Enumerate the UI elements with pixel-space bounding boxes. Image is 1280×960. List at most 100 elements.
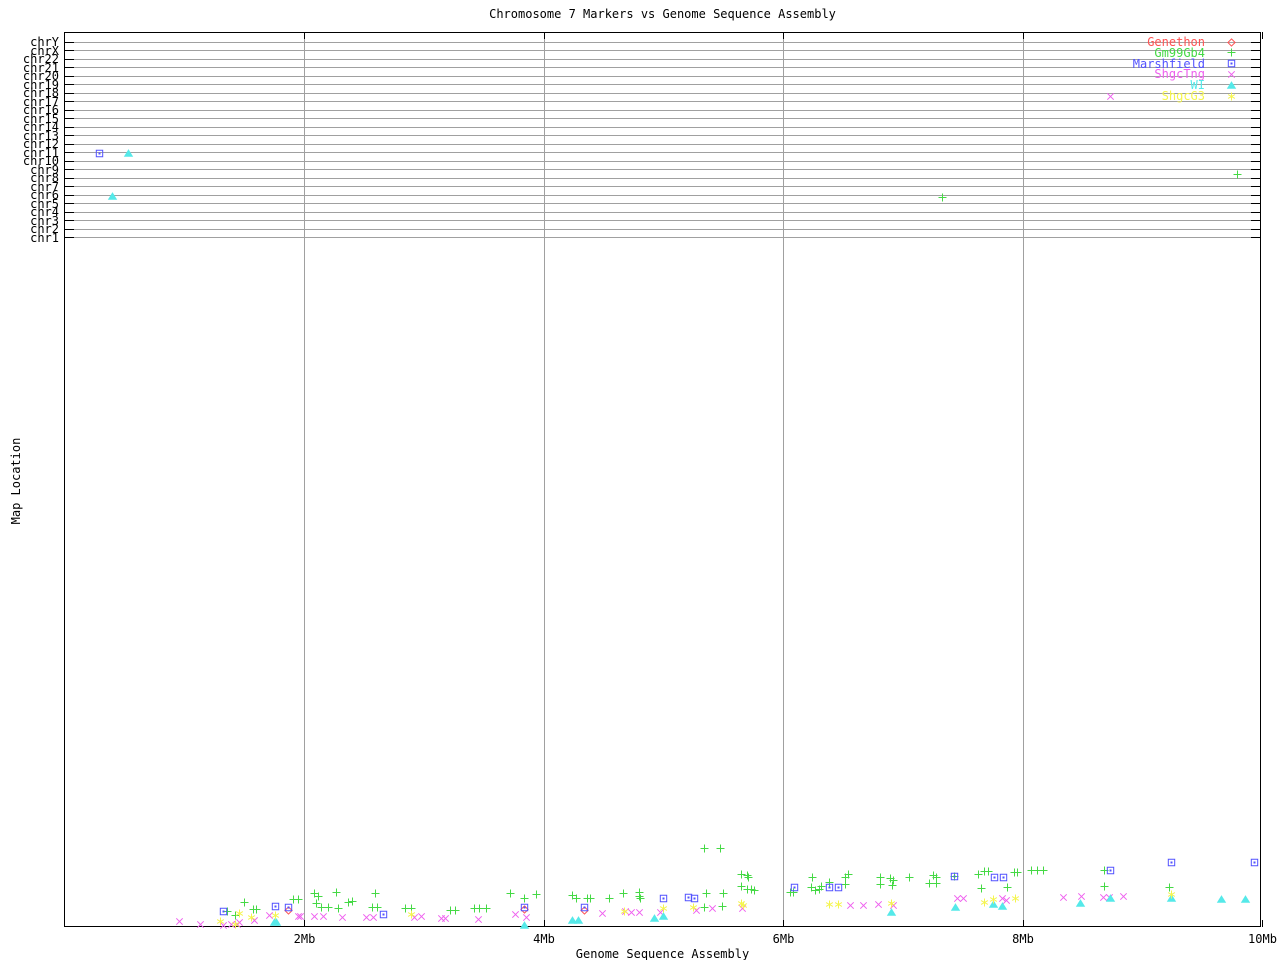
x-gridline [543,32,545,927]
point-shgctng [846,901,855,909]
chromosome-row-line [64,237,1261,239]
point-shgctng [511,910,519,918]
x-gridline [783,32,784,927]
point-gm99gb4 [702,889,711,897]
point-shgcg3 [834,900,843,908]
point-gm99gb4 [348,897,357,905]
chromosome-row-line [64,126,1261,128]
y-tick-right [1251,160,1261,162]
y-tick-right [1251,220,1261,222]
point-gm99gb4 [719,889,728,897]
y-tick-right [1251,101,1261,103]
point-wi [649,913,659,922]
point-gm99gb4 [334,904,343,912]
point-gm99gb4 [1233,170,1242,178]
chromosome-row-line [64,194,1261,196]
y-tick-right [1251,41,1261,43]
y-tick-left [64,160,74,162]
x-tick-bottom [783,920,784,927]
y-tick-right [1251,126,1261,128]
y-tick-right [1251,237,1261,239]
y-tick-left [64,50,74,52]
point-marshfield [285,903,293,911]
point-wi [520,920,530,929]
y-tick-right [1251,67,1261,69]
point-gm99gb4 [718,902,727,910]
point-shgcg3 [236,909,244,917]
y-tick-left [64,177,74,179]
y-tick-right [1251,84,1261,86]
point-shgctng [320,912,328,920]
point-shgcg3 [740,901,748,909]
y-tick-right [1251,194,1261,196]
x-tick-label: 2Mb [293,932,316,946]
point-shgctng [310,912,318,920]
chromosome-row-line [64,152,1261,154]
x-tick-top [543,32,545,39]
point-shgctng [874,900,882,908]
point-shgcg3 [248,913,256,921]
point-wi [886,907,896,916]
x-tick-bottom [1022,920,1024,927]
y-tick-right [1251,58,1261,60]
x-tick-top [783,32,784,39]
x-tick-top [1262,32,1263,39]
point-gm99gb4 [294,895,303,903]
point-shgcg3 [887,899,895,907]
point-gm99gb4 [532,890,541,898]
point-wi [108,191,118,200]
point-gm99gb4 [605,894,614,902]
y-tick-left [64,135,74,137]
point-shgctng [860,901,868,909]
point-gm99gb4 [506,889,515,897]
point-wi [1105,893,1116,902]
legend-marker-shgctng [1227,70,1235,78]
point-wi [123,148,134,157]
point-gm99gb4 [636,894,645,902]
point-marshfield [1250,858,1258,866]
point-shgcg3 [825,900,833,908]
point-shgctng [339,913,347,921]
y-tick-right [1251,118,1261,120]
y-tick-right [1251,186,1261,188]
point-gm99gb4 [977,884,986,892]
point-marshfield [660,894,668,902]
chromosome-row-line [64,211,1261,213]
point-shgctng [474,915,482,923]
y-tick-right [1251,109,1261,111]
point-marshfield [521,903,529,911]
point-gm99gb4 [324,903,333,911]
chromosome-row-line [64,109,1261,111]
plot-border [64,32,1261,927]
y-tick-left [64,143,74,145]
legend-label-shgcg3: ShgcG3 [1161,89,1205,103]
chromosome-row-line [64,228,1261,230]
chart-title: Chromosome 7 Markers vs Genome Sequence … [489,7,836,21]
y-tick-left [64,101,74,103]
y-tick-right [1251,50,1261,52]
point-shgcg3 [1167,890,1176,898]
y-tick-right [1251,203,1261,205]
point-gm99gb4 [700,844,709,852]
chromosome-row-line [64,135,1261,137]
x-tick-bottom [1262,920,1263,927]
point-marshfield [96,149,104,157]
y-axis-title: Map Location [9,437,23,525]
point-marshfield [990,873,998,881]
y-tick-right [1251,75,1261,77]
y-tick-left [64,118,74,120]
point-gm99gb4 [905,873,914,881]
point-wi [951,902,961,911]
point-shgctng [418,912,426,920]
point-marshfield [834,883,843,891]
chromosome-row-line [64,186,1261,188]
point-shgcg3 [407,910,415,918]
point-marshfield [790,883,798,891]
legend-marker-marshfield [1227,59,1235,68]
y-tick-left [64,41,74,43]
y-tick-left [64,186,74,188]
legend-marker-genethon [1226,37,1236,47]
point-shgctng [176,917,184,925]
point-shgctng [370,913,378,921]
point-gm99gb4 [572,894,581,902]
